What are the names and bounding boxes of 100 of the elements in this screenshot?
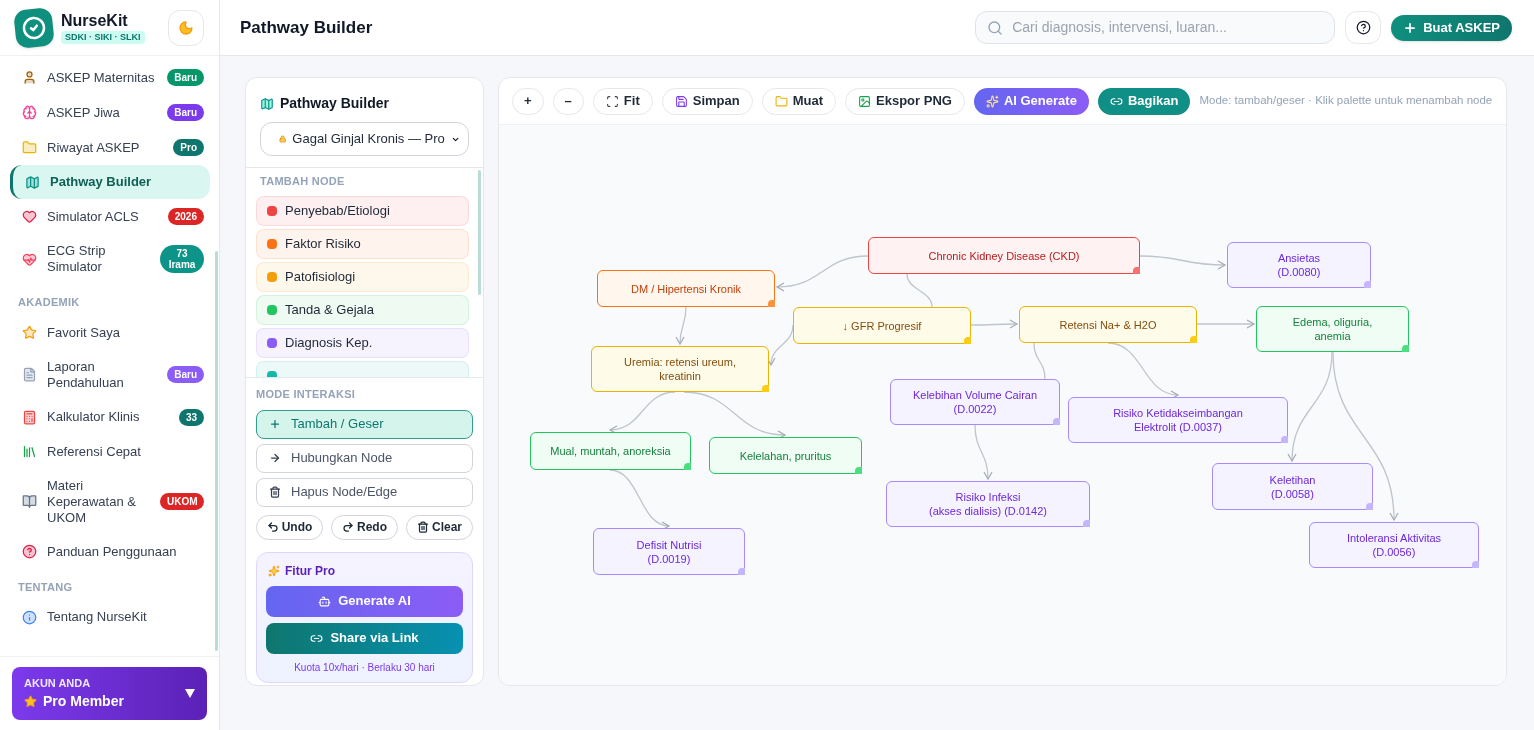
sidebar-badge: Baru (167, 366, 204, 383)
toolbar-button[interactable]: – (552, 87, 584, 115)
connector-arrow[interactable] (1196, 319, 1255, 329)
pathway-node[interactable]: Keletihan (D.0058) (1212, 463, 1373, 510)
resize-handle[interactable] (855, 467, 862, 474)
connector-arrow[interactable] (1287, 351, 1333, 462)
resize-handle[interactable] (1402, 345, 1409, 352)
account-card[interactable]: AKUN ANDA Pro Member (12, 666, 207, 720)
resize-handle[interactable] (1083, 520, 1090, 527)
toolbar-button[interactable]: Bagikan (1097, 87, 1191, 115)
resize-handle[interactable] (762, 385, 769, 392)
palette-item[interactable]: Tanda & Gejala (256, 294, 469, 325)
sidebar-item[interactable]: Materi Keperawatan & UKOM UKOM (10, 468, 210, 535)
sidebar-item[interactable]: ECG Strip Simulator 73 Irama (10, 234, 210, 284)
toolbar-button[interactable]: Muat (761, 87, 837, 115)
palette-item[interactable]: Diagnosis Kep. (256, 327, 469, 358)
resize-handle[interactable] (1366, 503, 1373, 510)
sidebar-item[interactable]: ASKEP Jiwa Baru (10, 95, 210, 130)
connector-arrow[interactable] (1332, 351, 1399, 521)
pathway-node[interactable]: Ansietas (D.0080) (1227, 242, 1371, 288)
search-input[interactable]: Cari diagnosis, intervensi, luaran... (1012, 17, 1324, 38)
resize-handle[interactable] (1133, 267, 1140, 274)
resize-handle[interactable] (1472, 561, 1479, 568)
connector-arrow[interactable] (974, 424, 993, 480)
history-button[interactable]: Clear (406, 514, 473, 540)
resize-handle[interactable] (1053, 418, 1060, 425)
map-icon (260, 96, 274, 111)
pathway-node[interactable]: Risiko Ketidakseimbangan Elektrolit (D.0037) (1068, 397, 1288, 443)
resize-handle[interactable] (1190, 336, 1197, 343)
pathway-node[interactable]: Intoleransi Aktivitas (D.0056) (1309, 522, 1479, 568)
resize-handle[interactable] (684, 463, 691, 470)
connector-arrow[interactable] (776, 255, 869, 292)
mode-option[interactable]: Hubungkan Node (256, 443, 473, 473)
toolbar-button[interactable]: + (512, 87, 544, 115)
resize-handle[interactable] (738, 568, 745, 575)
connector-arrow[interactable] (609, 469, 670, 530)
toolbar-button[interactable]: Simpan (661, 87, 753, 115)
pathway-node[interactable]: Chronic Kidney Disease (CKD) (868, 237, 1140, 274)
help-button[interactable] (1345, 11, 1382, 44)
sidebar-item[interactable]: Simulator ACLS 2026 (10, 199, 210, 234)
connector-arrow[interactable] (683, 391, 786, 440)
pathway-node[interactable]: ↓ GFR Progresif (793, 307, 971, 344)
star-icon (22, 325, 37, 340)
mode-option[interactable]: Hapus Node/Edge (256, 477, 473, 507)
pathway-node[interactable]: Mual, muntah, anoreksia (530, 432, 691, 470)
redo-icon (342, 521, 354, 533)
sidebar-item[interactable]: Pathway Builder (10, 165, 210, 199)
sidebar-item[interactable]: Panduan Penggunaan (10, 534, 210, 569)
pro-action-button[interactable]: Generate AI (266, 585, 463, 617)
history-button[interactable]: Undo (256, 514, 323, 540)
connector-line[interactable] (1033, 342, 1046, 380)
pathway-node[interactable]: Uremia: retensi ureum, kreatinin (591, 346, 769, 392)
sidebar-item[interactable]: Referensi Cepat (10, 434, 210, 469)
palette-item[interactable]: Penyebab/Etiologi (256, 195, 469, 226)
sidebar-item[interactable]: Kalkulator Klinis 33 (10, 399, 210, 435)
connector-arrow[interactable] (675, 306, 687, 345)
scrollbar[interactable] (478, 170, 481, 295)
history-button[interactable]: Redo (331, 514, 398, 540)
theme-toggle-button[interactable] (168, 9, 204, 46)
sidebar-label: Laporan Pendahuluan (47, 358, 125, 391)
pro-feature-title: Fitur Pro (285, 562, 335, 580)
heart-pulse-icon (22, 251, 37, 267)
resize-handle[interactable] (768, 300, 775, 307)
pathway-node[interactable]: Defisit Nutrisi (D.0019) (593, 528, 745, 575)
sidebar-badge: Baru (167, 69, 204, 86)
sidebar-item[interactable]: ASKEP Maternitas Baru (10, 60, 210, 95)
pro-action-button[interactable]: Share via Link (266, 622, 463, 654)
sidebar-item[interactable]: Favorit Saya (10, 315, 210, 350)
mode-option[interactable]: Tambah / Geser (256, 409, 473, 439)
toolbar-button[interactable]: Ekspor PNG (845, 87, 965, 115)
connector-arrow[interactable] (609, 391, 676, 434)
pathway-node[interactable]: Risiko Infeksi (akses dialisis) (D.0142) (886, 481, 1090, 527)
resize-handle[interactable] (1364, 281, 1371, 288)
pathway-node[interactable]: Kelebihan Volume Cairan (D.0022) (890, 379, 1060, 425)
connector-line[interactable] (906, 273, 933, 308)
connector-arrow[interactable] (767, 324, 794, 366)
sidebar-badge: Baru (167, 104, 204, 121)
pathway-node[interactable]: DM / Hipertensi Kronik (597, 270, 775, 307)
brain-icon (22, 105, 37, 120)
sidebar-item[interactable]: Laporan Pendahuluan Baru (10, 349, 210, 400)
document-icon (22, 367, 37, 382)
pathway-node[interactable]: Kelelahan, pruritus (709, 437, 862, 474)
search-field[interactable]: Cari diagnosis, intervensi, luaran... (975, 11, 1336, 44)
palette-item[interactable]: Faktor Risiko (256, 228, 469, 259)
sidebar-item[interactable]: Tentang NurseKit (10, 600, 210, 634)
pathway-node[interactable]: Retensi Na+ & H2O (1019, 306, 1197, 343)
palette-item[interactable]: Patofisiologi (256, 261, 469, 292)
scrollbar[interactable] (215, 251, 218, 651)
toolbar-button[interactable]: Fit (592, 87, 653, 115)
resize-handle[interactable] (1281, 436, 1288, 443)
sidebar-badge: Pro (173, 139, 204, 156)
toolbar-button[interactable]: AI Generate (973, 87, 1089, 115)
resize-handle[interactable] (964, 337, 971, 344)
pathway-node[interactable]: Edema, oliguria, anemia (1256, 306, 1409, 352)
create-askep-button[interactable]: Buat ASKEP (1391, 14, 1512, 41)
connector-arrow[interactable] (1107, 342, 1179, 399)
connector-arrow[interactable] (970, 319, 1018, 329)
connector-arrow[interactable] (1139, 255, 1226, 270)
pathway-select[interactable]: Gagal Ginjal Kronis — Pro (260, 122, 469, 156)
sidebar-item[interactable]: Riwayat ASKEP Pro (10, 130, 210, 165)
